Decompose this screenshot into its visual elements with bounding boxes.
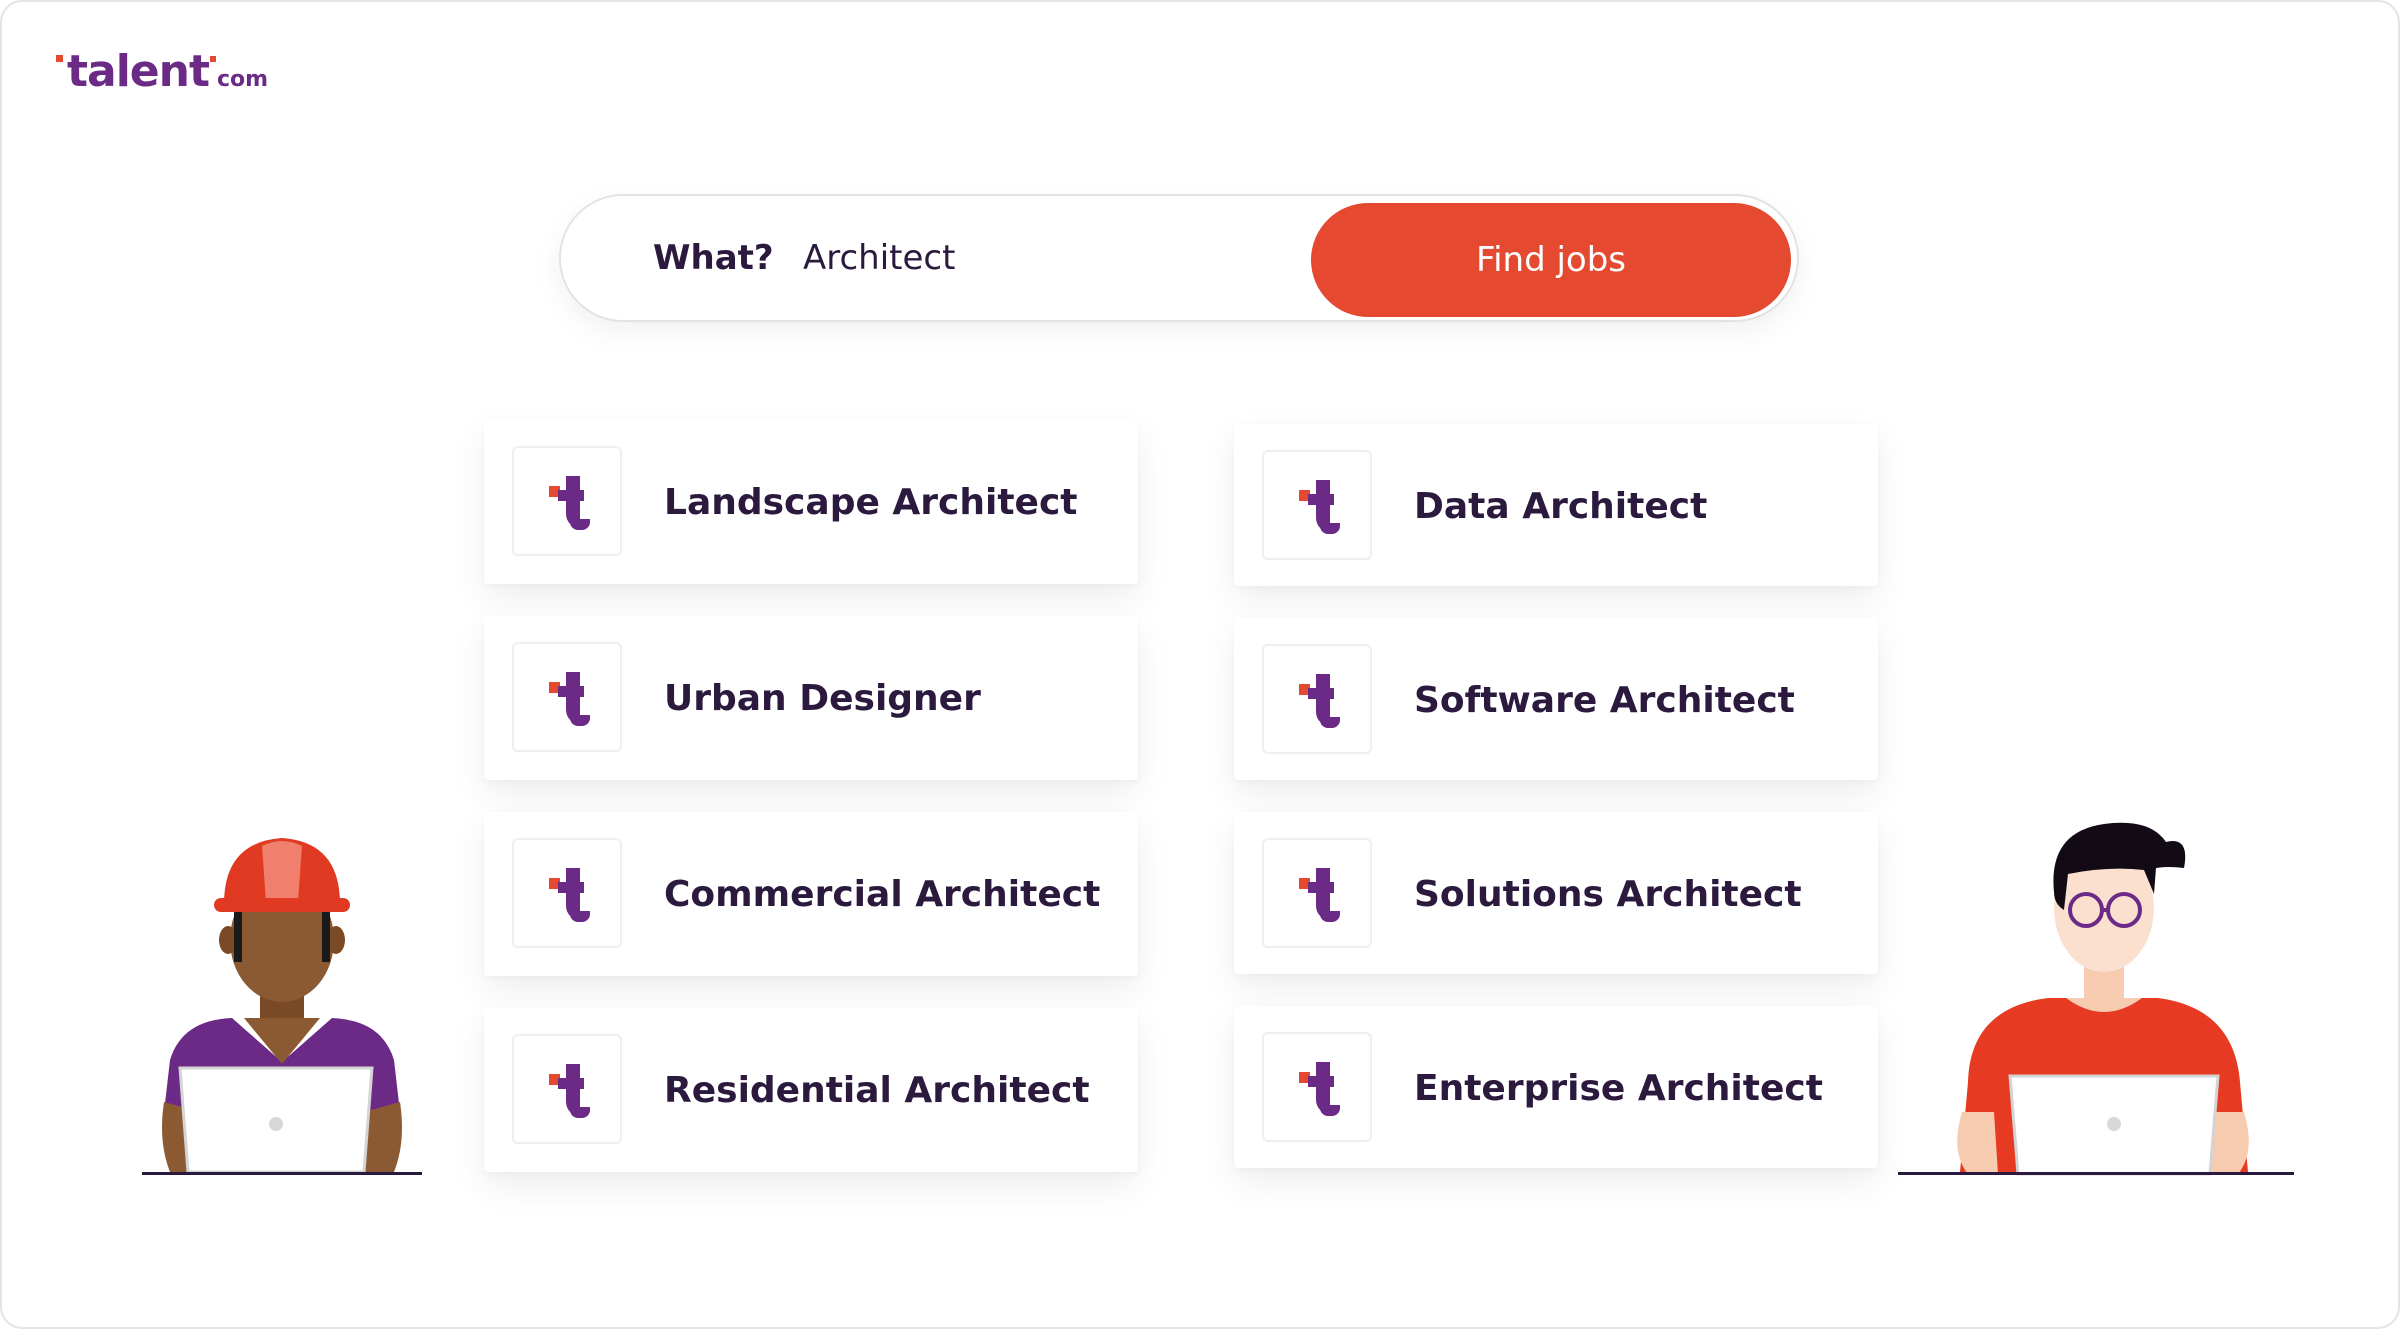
- job-card-enterprise-architect[interactable]: Enterprise Architect: [1234, 1006, 1878, 1168]
- job-card-title: Solutions Architect: [1414, 874, 1802, 915]
- logo-dot-icon: [56, 55, 63, 62]
- search-label: What?: [653, 238, 774, 278]
- talent-t-logo-icon: [512, 642, 622, 752]
- developer-illustration: [1898, 822, 2294, 1176]
- talent-t-logo-icon: [512, 446, 622, 556]
- job-card-urban-designer[interactable]: Urban Designer: [484, 616, 1138, 780]
- logo-tld: com: [217, 67, 269, 92]
- job-card-solutions-architect[interactable]: Solutions Architect: [1234, 812, 1878, 974]
- construction-worker-illustration: [142, 838, 422, 1175]
- job-card-landscape-architect[interactable]: Landscape Architect: [484, 420, 1138, 584]
- search-input[interactable]: [801, 222, 1305, 294]
- job-card-title: Data Architect: [1414, 486, 1708, 527]
- job-card-title: Software Architect: [1414, 680, 1795, 721]
- job-card-title: Commercial Architect: [664, 874, 1101, 915]
- logo-word: talent: [67, 46, 210, 97]
- talent-t-logo-icon: [1262, 644, 1372, 754]
- job-card-commercial-architect[interactable]: Commercial Architect: [484, 812, 1138, 976]
- job-card-software-architect[interactable]: Software Architect: [1234, 618, 1878, 780]
- find-jobs-button[interactable]: Find jobs: [1311, 203, 1791, 317]
- talent-logo[interactable]: talent com: [56, 46, 268, 97]
- search-bar: What? Find jobs: [559, 194, 1799, 322]
- talent-t-logo-icon: [1262, 450, 1372, 560]
- page-frame: talent com What? Find jobs Landscape Arc…: [0, 0, 2400, 1329]
- talent-t-logo-icon: [512, 838, 622, 948]
- job-card-title: Urban Designer: [664, 678, 981, 719]
- talent-t-logo-icon: [1262, 1032, 1372, 1142]
- logo-dot-icon: [210, 56, 217, 62]
- talent-t-logo-icon: [1262, 838, 1372, 948]
- job-card-residential-architect[interactable]: Residential Architect: [484, 1008, 1138, 1172]
- job-card-data-architect[interactable]: Data Architect: [1234, 424, 1878, 586]
- job-card-title: Landscape Architect: [664, 482, 1078, 523]
- job-card-title: Enterprise Architect: [1414, 1068, 1823, 1109]
- job-card-title: Residential Architect: [664, 1070, 1090, 1111]
- talent-t-logo-icon: [512, 1034, 622, 1144]
